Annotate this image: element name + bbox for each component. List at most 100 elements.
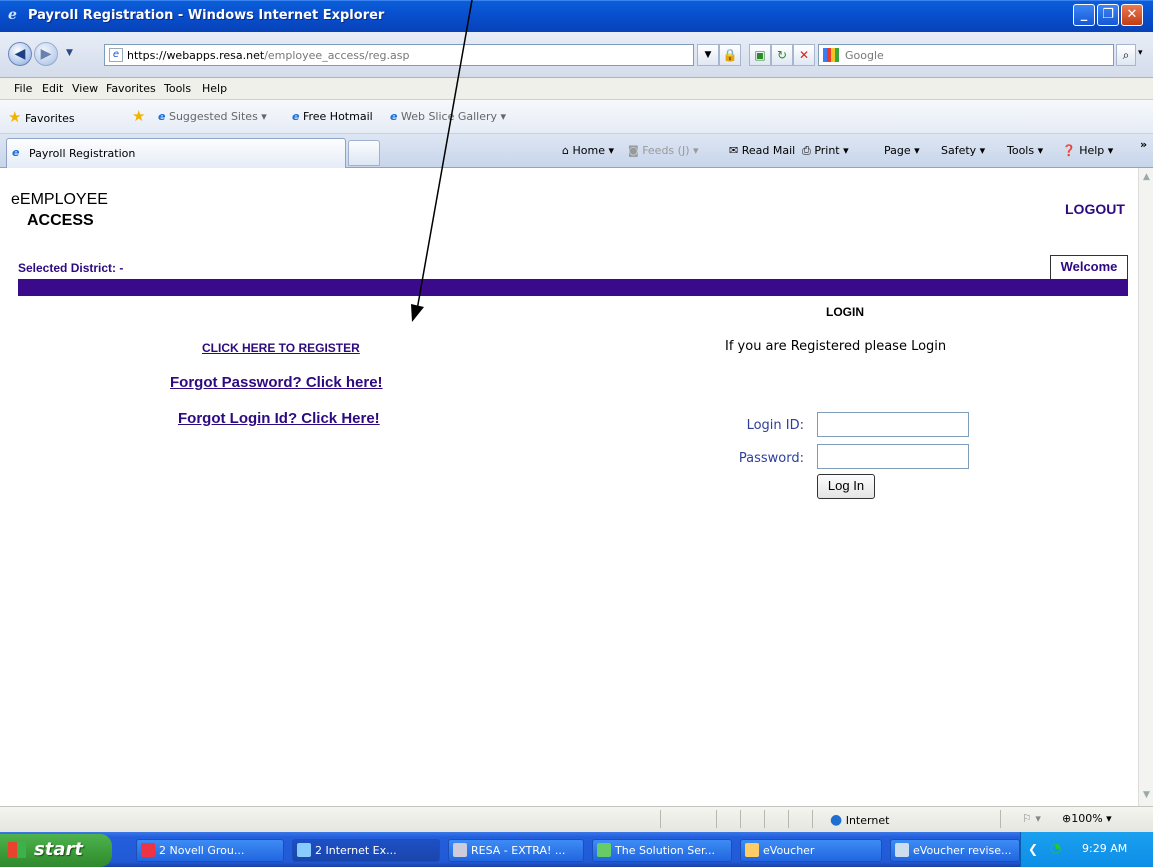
new-tab-button[interactable]	[348, 140, 380, 166]
close-icon[interactable]: ✕	[1121, 4, 1143, 26]
maximize-icon[interactable]: ❐	[1097, 4, 1119, 26]
login-button[interactable]: Log In	[817, 474, 875, 499]
taskbar-item-internet-explorer[interactable]: 2 Internet Ex...	[292, 839, 440, 862]
taskbar-item-resa-extra[interactable]: RESA - EXTRA! ...	[448, 839, 584, 862]
word-document-icon	[895, 843, 909, 857]
vertical-scrollbar[interactable]: ▲ ▼	[1138, 168, 1153, 806]
start-button[interactable]: start	[0, 834, 112, 867]
search-icon[interactable]: ⌕	[1116, 44, 1136, 66]
address-bar[interactable]: e https://webapps.resa.net/employee_acce…	[104, 44, 694, 66]
register-link[interactable]: CLICK HERE TO REGISTER	[202, 341, 360, 355]
menu-favorites[interactable]: Favorites	[106, 82, 156, 95]
add-favorite-icon[interactable]: ★	[132, 107, 145, 125]
tab-welcome[interactable]: Welcome	[1050, 255, 1128, 279]
status-bar	[0, 806, 1153, 832]
login-id-label: Login ID:	[746, 418, 804, 433]
search-input[interactable]: Google	[818, 44, 1114, 66]
tools-menu-button[interactable]: Tools ▾	[1007, 144, 1043, 157]
minimize-icon[interactable]: _	[1073, 4, 1095, 26]
status-divider	[716, 810, 717, 828]
search-placeholder: Google	[845, 49, 884, 62]
status-divider	[1000, 810, 1001, 828]
ie-page-icon: e	[390, 110, 398, 123]
protected-mode-icon[interactable]: ⚐ ▾	[1022, 812, 1041, 825]
scroll-down-icon[interactable]: ▼	[1141, 790, 1152, 801]
feeds-button[interactable]: ◙ Feeds (J) ▾	[628, 144, 699, 157]
status-divider	[660, 810, 661, 828]
taskbar-clock[interactable]: 9:29 AM	[1082, 842, 1127, 855]
printer-icon: ⎙	[802, 144, 811, 157]
folder-icon	[745, 843, 759, 857]
menu-file[interactable]: File	[14, 82, 32, 95]
status-divider	[764, 810, 765, 828]
status-divider	[740, 810, 741, 828]
taskbar-item-evoucher-document[interactable]: eVoucher revise...	[890, 839, 1020, 862]
lock-icon[interactable]: 🔒	[719, 44, 741, 66]
search-options-icon[interactable]: ▾	[1138, 48, 1143, 58]
feeds-icon: ◙	[628, 144, 639, 157]
ie-page-icon: e	[12, 146, 20, 159]
password-field[interactable]	[817, 444, 969, 469]
tab-title: Payroll Registration	[29, 147, 136, 160]
forgot-login-id-link[interactable]: Forgot Login Id? Click Here!	[178, 410, 380, 427]
menu-bar: File Edit View Favorites Tools Help	[0, 78, 1153, 100]
login-message: If you are Registered please Login	[725, 339, 947, 354]
taskbar-item-solution-server[interactable]: The Solution Ser...	[592, 839, 732, 862]
compatibility-view-icon[interactable]: ▣	[749, 44, 771, 66]
taskbar-item-novell[interactable]: 2 Novell Grou...	[136, 839, 284, 862]
page-content	[0, 168, 1138, 806]
favorites-bar: ★ Favorites ★ e Suggested Sites ▾ e Free…	[0, 100, 1153, 134]
refresh-icon[interactable]: ↻	[771, 44, 793, 66]
terminal-icon	[453, 843, 467, 857]
network-icon	[597, 843, 611, 857]
favorites-button[interactable]: ★ Favorites	[8, 108, 75, 126]
globe-icon: ●	[830, 812, 843, 828]
zoom-control[interactable]: ⊕100% ▾	[1062, 812, 1112, 825]
forgot-password-link[interactable]: Forgot Password? Click here!	[170, 374, 383, 391]
window-title: Payroll Registration - Windows Internet …	[28, 8, 385, 23]
logout-link[interactable]: LOGOUT	[1065, 201, 1125, 217]
safety-menu-button[interactable]: Safety ▾	[941, 144, 985, 157]
login-id-field[interactable]	[817, 412, 969, 437]
ie-page-icon: e	[158, 110, 166, 123]
menu-view[interactable]: View	[72, 82, 98, 95]
zoom-icon: ⊕	[1062, 812, 1072, 825]
status-divider	[812, 810, 813, 828]
favorites-item-suggested-sites[interactable]: e Suggested Sites ▾	[158, 110, 267, 123]
login-heading: LOGIN	[826, 305, 864, 319]
menu-edit[interactable]: Edit	[42, 82, 63, 95]
scroll-up-icon[interactable]: ▲	[1141, 172, 1152, 183]
address-dropdown-icon[interactable]: ▼	[697, 44, 719, 66]
address-url: https://webapps.resa.net/employee_access…	[127, 49, 410, 62]
help-icon: ❓	[1062, 144, 1076, 157]
stop-icon[interactable]: ✕	[793, 44, 815, 66]
home-button[interactable]: ⌂ Home ▾	[562, 144, 614, 157]
taskbar-item-evoucher-folder[interactable]: eVoucher	[740, 839, 882, 862]
favorites-item-free-hotmail[interactable]: e Free Hotmail	[292, 110, 373, 123]
more-commands-icon[interactable]: »	[1140, 138, 1147, 151]
page-icon: e	[109, 48, 123, 62]
menu-tools[interactable]: Tools	[164, 82, 191, 95]
help-menu-button[interactable]: ❓ Help ▾	[1062, 144, 1113, 157]
ie-logo-icon: e	[8, 7, 17, 23]
header-divider	[18, 279, 1128, 296]
forward-icon[interactable]: ▶	[34, 42, 58, 66]
menu-help[interactable]: Help	[202, 82, 227, 95]
favorites-star-icon: ★	[8, 108, 22, 126]
print-button[interactable]: ⎙ Print ▾	[802, 144, 849, 158]
brand-line2: ACCESS	[27, 212, 94, 229]
home-icon: ⌂	[562, 144, 569, 157]
password-label: Password:	[738, 451, 804, 466]
page-menu-button[interactable]: Page ▾	[884, 144, 920, 157]
brand-line1: eEMPLOYEE	[11, 191, 108, 208]
tab-payroll-registration[interactable]: e Payroll Registration	[6, 138, 346, 168]
status-divider	[788, 810, 789, 828]
mail-icon: ✉	[729, 144, 739, 157]
tray-expand-icon[interactable]: ❮	[1028, 842, 1038, 856]
back-icon[interactable]: ◀	[8, 42, 32, 66]
ie-icon	[297, 843, 311, 857]
read-mail-button[interactable]: ✉ Read Mail	[729, 144, 795, 157]
history-dropdown-icon[interactable]: ▼	[66, 48, 73, 58]
security-zone[interactable]: ● Internet	[830, 812, 889, 828]
wireless-icon[interactable]: ◔	[1050, 841, 1061, 856]
